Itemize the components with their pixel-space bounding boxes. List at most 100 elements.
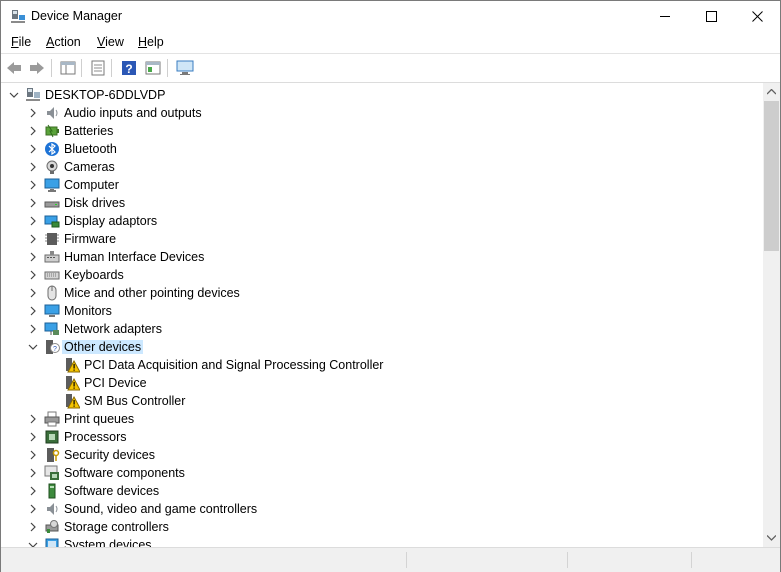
expand-chevron-icon[interactable] [28, 126, 38, 136]
tree-item[interactable]: Human Interface Devices [1, 248, 763, 266]
tree-item[interactable]: System devices [1, 536, 763, 547]
show-hide-icon [60, 61, 76, 75]
system-device-icon [45, 538, 59, 547]
tree-item-label: Software devices [64, 484, 160, 498]
expand-chevron-icon[interactable] [28, 144, 38, 154]
tree-item[interactable]: Cameras [1, 158, 763, 176]
back-button[interactable] [4, 58, 24, 78]
tree-item[interactable]: Storage controllers [1, 518, 763, 536]
expand-chevron-icon[interactable] [28, 504, 38, 514]
scrollbar-thumb[interactable] [764, 101, 779, 251]
tree-item-label: Monitors [64, 304, 112, 318]
action-pane-button[interactable] [143, 58, 163, 78]
expand-chevron-icon[interactable] [28, 252, 38, 262]
network-adapter-icon [44, 322, 59, 335]
processor-icon [45, 430, 59, 444]
tree-item[interactable]: Batteries [1, 122, 763, 140]
tree-item[interactable]: Monitors [1, 302, 763, 320]
menu-action[interactable]: Action [46, 35, 81, 49]
svg-text:?: ? [125, 62, 132, 76]
menu-view[interactable]: View [97, 35, 124, 49]
tree-item[interactable]: Disk drives [1, 194, 763, 212]
tree-item[interactable]: Display adaptors [1, 212, 763, 230]
tree-item[interactable]: Computer [1, 176, 763, 194]
expand-chevron-icon[interactable] [28, 522, 38, 532]
scroll-up-arrow-icon[interactable] [767, 89, 776, 95]
tree-child-item[interactable]: SM Bus Controller [1, 392, 763, 410]
printer-icon [44, 411, 60, 427]
expand-chevron-icon[interactable] [28, 324, 38, 334]
menu-file[interactable]: File [11, 35, 31, 49]
disk-drive-icon [44, 201, 60, 208]
expand-chevron-icon[interactable] [28, 468, 38, 478]
toolbar-separator [81, 59, 82, 77]
tree-item[interactable]: Audio inputs and outputs [1, 104, 763, 122]
properties-button[interactable] [88, 58, 108, 78]
monitor-icon [44, 304, 60, 317]
tree-item[interactable]: Security devices [1, 446, 763, 464]
tree-item[interactable]: Network adapters [1, 320, 763, 338]
tree-item-label: Human Interface Devices [64, 250, 205, 264]
expand-chevron-icon[interactable] [28, 180, 38, 190]
hid-icon [44, 251, 60, 263]
minimize-button[interactable] [642, 1, 688, 31]
tree-item[interactable]: Keyboards [1, 266, 763, 284]
help-button[interactable]: ? [119, 58, 139, 78]
collapse-chevron-icon[interactable] [28, 342, 38, 352]
expand-chevron-icon[interactable] [28, 288, 38, 298]
collapse-chevron-icon[interactable] [9, 90, 19, 100]
toolbar-separator [167, 59, 168, 77]
firmware-icon [45, 233, 59, 245]
tree-item-label: Mice and other pointing devices [64, 286, 240, 300]
menu-help[interactable]: Help [138, 35, 164, 49]
help-icon: ? [122, 61, 136, 76]
show-hide-console-button[interactable] [58, 58, 78, 78]
forward-button[interactable] [27, 58, 47, 78]
camera-icon [46, 160, 58, 174]
vertical-scrollbar[interactable] [763, 83, 780, 547]
expand-chevron-icon[interactable] [28, 234, 38, 244]
expand-chevron-icon[interactable] [28, 432, 38, 442]
expand-chevron-icon[interactable] [28, 216, 38, 226]
menu-file-accel: F [11, 35, 19, 49]
expand-chevron-icon[interactable] [28, 450, 38, 460]
tree-item[interactable]: Software devices [1, 482, 763, 500]
expand-chevron-icon[interactable] [28, 108, 38, 118]
tree-item-label: Sound, video and game controllers [64, 502, 258, 516]
tree-item[interactable]: Bluetooth [1, 140, 763, 158]
tree-item[interactable]: ? Other devices [1, 338, 763, 356]
tree-root[interactable]: DESKTOP-6DDLVDP [1, 86, 763, 104]
maximize-button[interactable] [688, 1, 734, 31]
tree-item[interactable]: Mice and other pointing devices [1, 284, 763, 302]
expand-chevron-icon[interactable] [28, 486, 38, 496]
menu-view-accel: V [97, 35, 106, 49]
tree-item[interactable]: Software components [1, 464, 763, 482]
expand-chevron-icon[interactable] [28, 414, 38, 424]
expand-chevron-icon[interactable] [28, 198, 38, 208]
tree-item[interactable]: Print queues [1, 410, 763, 428]
tree-item-label: SM Bus Controller [84, 394, 186, 408]
expand-chevron-icon[interactable] [28, 270, 38, 280]
computer-icon [44, 178, 60, 192]
maximize-icon [705, 10, 717, 22]
close-button[interactable] [734, 1, 780, 31]
expand-chevron-icon[interactable] [28, 162, 38, 172]
tree-item-label: System devices [64, 538, 152, 547]
tree-item-label: Cameras [64, 160, 115, 174]
tree-item-label: Bluetooth [64, 142, 117, 156]
tree-item-label: Display adaptors [64, 214, 158, 228]
tree-item[interactable]: Processors [1, 428, 763, 446]
scroll-down-arrow-icon[interactable] [767, 535, 776, 541]
collapse-chevron-icon[interactable] [28, 540, 38, 547]
toolbar-separator [111, 59, 112, 77]
scan-hardware-button[interactable] [175, 58, 195, 78]
device-tree[interactable]: DESKTOP-6DDLVDP Audio inputs and outputs B… [1, 83, 763, 547]
tree-child-item[interactable]: PCI Device [1, 374, 763, 392]
tree-item-label: Software components [64, 466, 185, 480]
mouse-icon [47, 285, 57, 301]
tree-item[interactable]: Firmware [1, 230, 763, 248]
sound-icon [47, 503, 58, 515]
tree-child-item[interactable]: PCI Data Acquisition and Signal Processi… [1, 356, 763, 374]
expand-chevron-icon[interactable] [28, 306, 38, 316]
tree-item[interactable]: Sound, video and game controllers [1, 500, 763, 518]
